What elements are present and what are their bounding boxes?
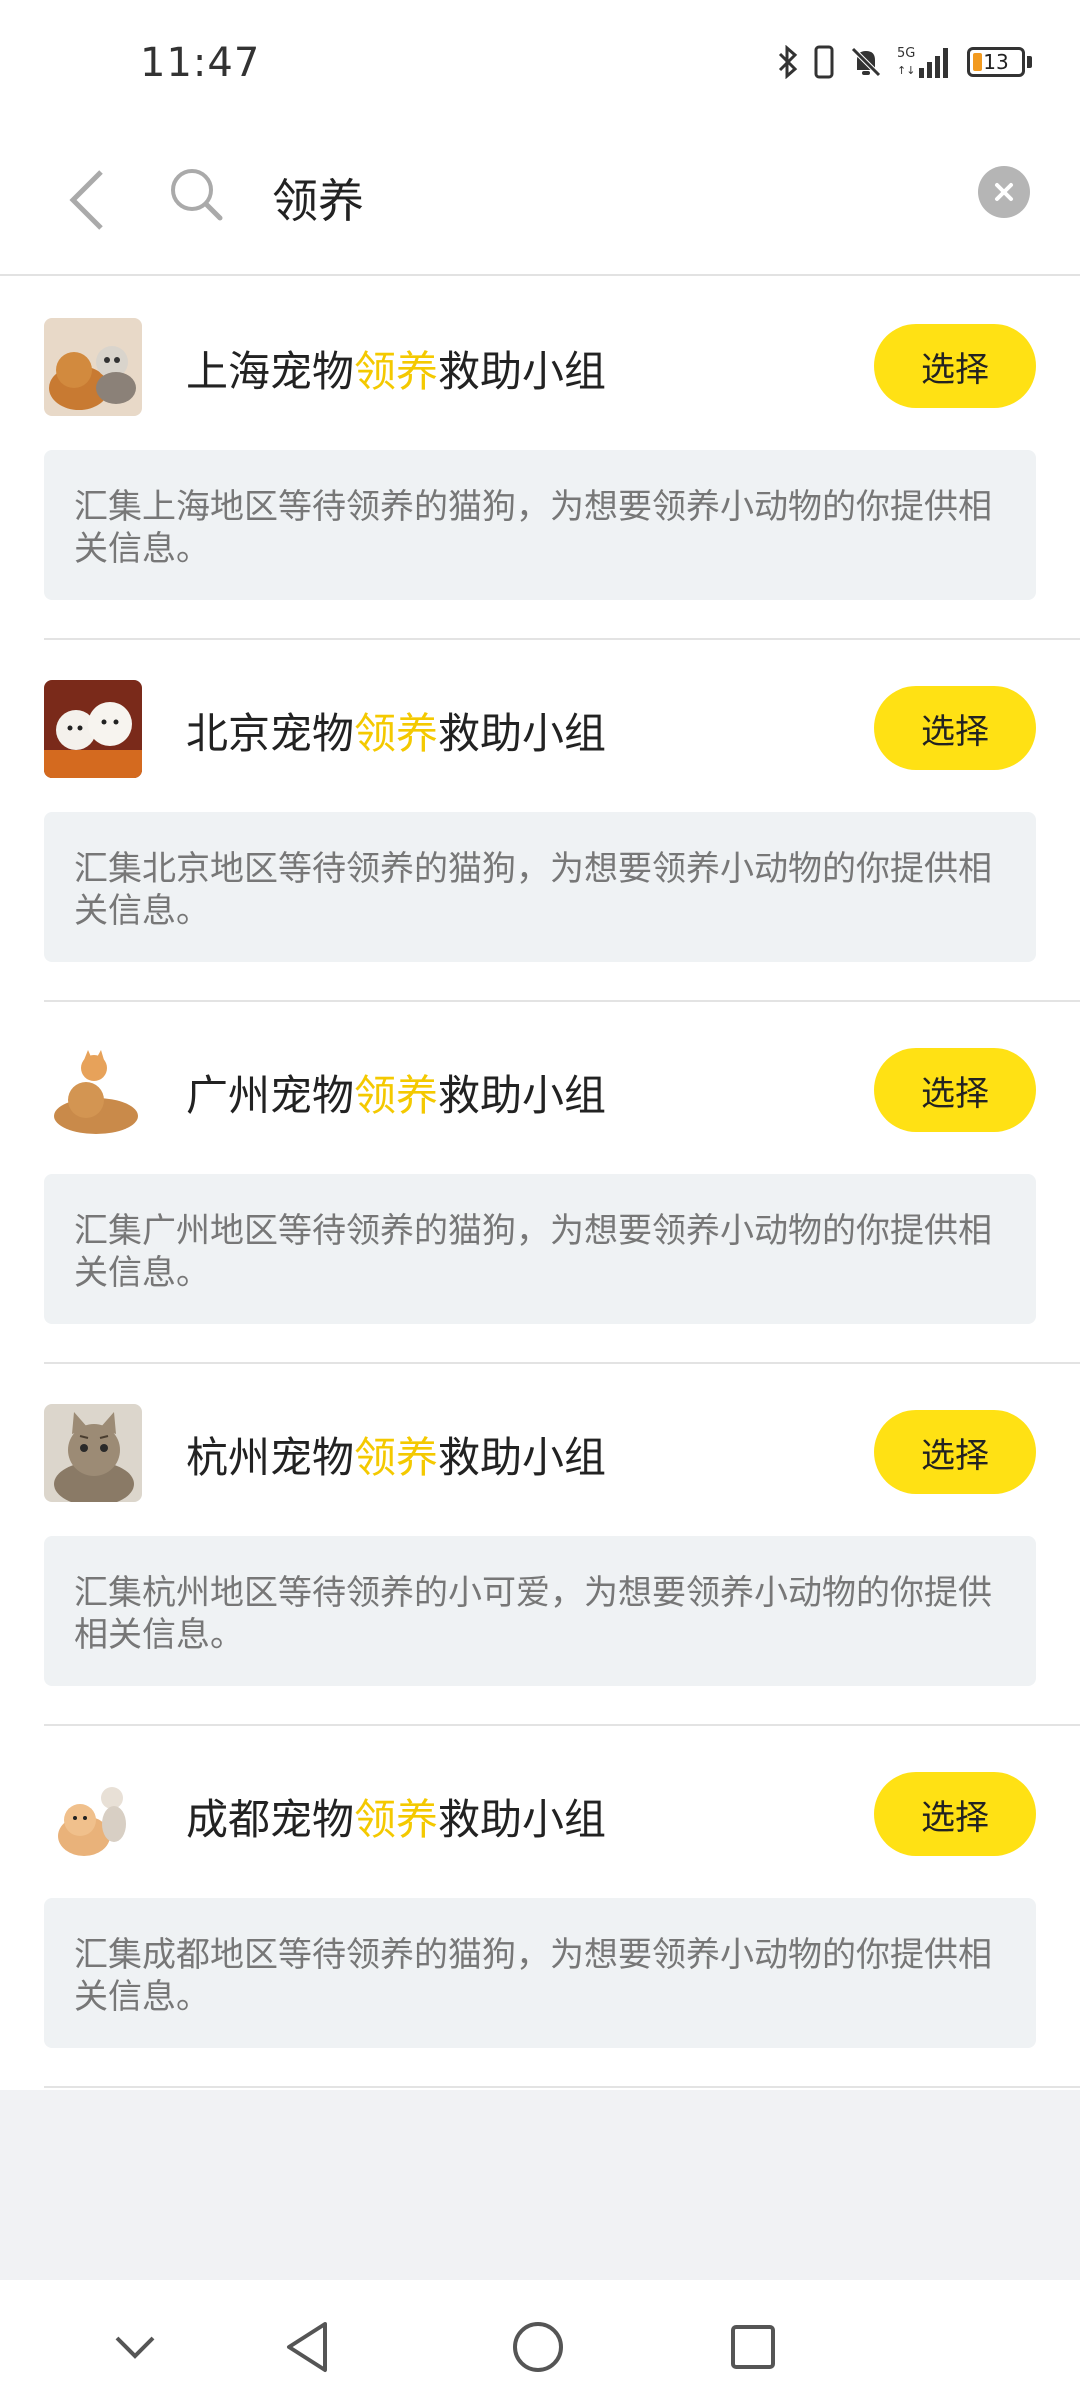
select-button[interactable]: 选择 <box>874 686 1036 770</box>
collapse-chevron-icon <box>115 2336 155 2359</box>
mute-bell-icon <box>851 47 881 77</box>
magnifier-icon <box>171 169 223 221</box>
svg-text:↑↓: ↑↓ <box>897 64 915 77</box>
list-item[interactable]: 广州宠物领养救助小组 选择 汇集广州地区等待领养的猫狗，为想要领养小动物的你提供… <box>44 1002 1080 1364</box>
vibrate-icon <box>814 45 834 79</box>
group-title: 成都宠物领养救助小组 <box>186 1795 607 1844</box>
group-title: 北京宠物领养救助小组 <box>186 709 607 758</box>
search-input[interactable] <box>272 158 932 238</box>
group-description: 汇集成都地区等待领养的猫狗，为想要领养小动物的你提供相关信息。 <box>44 1898 1036 2048</box>
signal-5g-icon: 5G ↑↓ <box>897 46 948 78</box>
list-item[interactable]: 杭州宠物领养救助小组 选择 汇集杭州地区等待领养的小可爱，为想要领养小动物的你提… <box>44 1364 1080 1726</box>
kitten-and-puppy-photo <box>44 1042 142 1140</box>
nav-home-button[interactable] <box>503 2312 573 2382</box>
search-header <box>0 130 1080 276</box>
clear-x-icon <box>995 183 1013 201</box>
group-description: 汇集广州地区等待领养的猫狗，为想要领养小动物的你提供相关信息。 <box>44 1174 1036 1324</box>
white-puppies-photo <box>44 680 142 778</box>
group-title: 广州宠物领养救助小组 <box>186 1071 607 1120</box>
list-item[interactable]: 上海宠物领养救助小组 选择 汇集上海地区等待领养的猫狗，为想要领养小动物的你提供… <box>44 278 1080 640</box>
back-button[interactable] <box>52 160 122 240</box>
chevron-left-icon <box>69 170 103 230</box>
select-button[interactable]: 选择 <box>874 1410 1036 1494</box>
group-title: 上海宠物领养救助小组 <box>186 347 607 396</box>
select-button[interactable]: 选择 <box>874 324 1036 408</box>
status-icons: 5G ↑↓ 13 <box>777 44 1032 80</box>
nav-recents-button[interactable] <box>718 2312 788 2382</box>
screen: 11:47 5G ↑↓ 13 领养 上海宠物领养救助小组 选择 汇集上海地区等待… <box>0 0 1080 2400</box>
select-button[interactable]: 选择 <box>874 1772 1036 1856</box>
collapse-button[interactable] <box>100 2312 170 2382</box>
results-list: 上海宠物领养救助小组 选择 汇集上海地区等待领养的猫狗，为想要领养小动物的你提供… <box>0 278 1080 2088</box>
battery-icon: 13 <box>967 47 1032 77</box>
dog-and-cat-photo <box>44 318 142 416</box>
battery-level: 13 <box>983 50 1009 74</box>
home-circle-icon <box>513 2322 563 2372</box>
list-item[interactable]: 北京宠物领养救助小组 选择 汇集北京地区等待领养的猫狗，为想要领养小动物的你提供… <box>44 640 1080 1002</box>
group-description: 汇集北京地区等待领养的猫狗，为想要领养小动物的你提供相关信息。 <box>44 812 1036 962</box>
bluetooth-icon <box>778 45 798 79</box>
svg-text:5G: 5G <box>897 46 915 61</box>
group-description: 汇集上海地区等待领养的猫狗，为想要领养小动物的你提供相关信息。 <box>44 450 1036 600</box>
pomeranian-and-kitten-photo <box>44 1766 142 1864</box>
group-description: 汇集杭州地区等待领养的小可爱，为想要领养小动物的你提供相关信息。 <box>44 1536 1036 1686</box>
nav-back-button[interactable] <box>272 2312 342 2382</box>
status-time: 11:47 <box>140 40 261 86</box>
status-bar: 11:47 5G ↑↓ 13 <box>0 0 1080 130</box>
clear-search-button[interactable] <box>978 166 1030 218</box>
list-item[interactable]: 成都宠物领养救助小组 选择 汇集成都地区等待领养的猫狗，为想要领养小动物的你提供… <box>44 1726 1080 2088</box>
recents-square-icon <box>731 2325 775 2369</box>
tabby-cat-photo <box>44 1404 142 1502</box>
group-title: 杭州宠物领养救助小组 <box>186 1433 607 1482</box>
back-triangle-icon <box>287 2322 327 2372</box>
select-button[interactable]: 选择 <box>874 1048 1036 1132</box>
empty-area <box>0 2090 1080 2280</box>
system-nav-bar <box>0 2280 1080 2400</box>
